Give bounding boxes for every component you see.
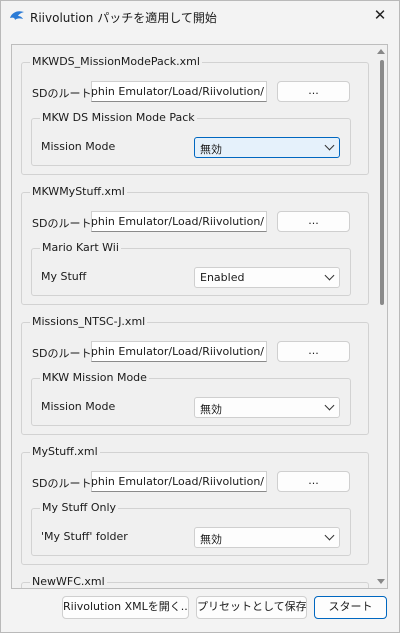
patch-dialog-window: Riivolution パッチを適用して開始 ✕ MKWDS_MissionMo…	[0, 0, 400, 633]
start-button[interactable]: スタート	[314, 596, 387, 619]
option-select[interactable]: 無効	[194, 527, 340, 548]
patch-file-title: Missions_NTSC-J.xml	[30, 315, 148, 328]
sd-root-label: SDのルート:	[32, 477, 96, 490]
scrollbar-thumb[interactable]	[380, 60, 384, 305]
patch-group: Missions_NTSC-J.xml SDのルート: lphin Emulat…	[21, 315, 369, 435]
vertical-scrollbar[interactable]	[375, 45, 387, 588]
option-label: Mission Mode	[41, 140, 116, 153]
browse-button[interactable]: ...	[277, 471, 350, 492]
title-bar: Riivolution パッチを適用して開始 ✕	[1, 1, 399, 31]
patch-group: MKWMyStuff.xml SDのルート: lphin Emulator/Lo…	[21, 185, 369, 305]
patch-group: MyStuff.xml SDのルート: lphin Emulator/Load/…	[21, 445, 369, 565]
option-select[interactable]: Enabled	[194, 267, 340, 288]
window-title: Riivolution パッチを適用して開始	[30, 11, 217, 25]
save-preset-button[interactable]: プリセットとして保存...	[196, 596, 307, 619]
option-value: 無効	[200, 403, 222, 416]
patch-section: MKW DS Mission Mode Pack Mission Mode 無効	[31, 111, 351, 166]
patch-file-title: MyStuff.xml	[30, 445, 100, 458]
option-select[interactable]: 無効	[194, 137, 340, 158]
sd-root-label: SDのルート:	[32, 87, 96, 100]
sd-root-label: SDのルート:	[32, 217, 96, 230]
section-title: My Stuff Only	[40, 501, 119, 514]
browse-button[interactable]: ...	[277, 341, 350, 362]
scroll-up-arrow-icon[interactable]	[377, 49, 385, 54]
patch-file-title: MKWMyStuff.xml	[30, 185, 127, 198]
patch-section: MKW Mission Mode Mission Mode 無効	[31, 371, 351, 426]
section-title: Mario Kart Wii	[40, 241, 121, 254]
option-value: 無効	[200, 143, 222, 156]
sd-root-input[interactable]: lphin Emulator/Load/Riivolution/	[91, 81, 267, 102]
chevron-down-icon	[324, 270, 335, 281]
patch-file-title: MKWDS_MissionModePack.xml	[30, 55, 202, 68]
open-riivolution-xml-button[interactable]: Riivolution XMLを開く...	[62, 596, 189, 619]
patch-group: NewWFC.xml	[21, 575, 369, 588]
section-title: MKW DS Mission Mode Pack	[40, 111, 197, 124]
option-value: 無効	[200, 533, 222, 546]
chevron-down-icon	[324, 400, 335, 411]
option-value: Enabled	[200, 271, 245, 284]
patch-group: MKWDS_MissionModePack.xml SDのルート: lphin …	[21, 55, 369, 175]
browse-button[interactable]: ...	[277, 81, 350, 102]
section-title: MKW Mission Mode	[40, 371, 149, 384]
browse-button[interactable]: ...	[277, 211, 350, 232]
close-button[interactable]: ✕	[365, 3, 395, 29]
patch-section: Mario Kart Wii My Stuff Enabled	[31, 241, 351, 296]
sd-root-label: SDのルート:	[32, 347, 96, 360]
option-label: 'My Stuff' folder	[41, 530, 128, 543]
option-select[interactable]: 無効	[194, 397, 340, 418]
sd-root-input[interactable]: lphin Emulator/Load/Riivolution/	[91, 211, 267, 232]
sd-root-input[interactable]: lphin Emulator/Load/Riivolution/	[91, 471, 267, 492]
option-label: Mission Mode	[41, 400, 116, 413]
patch-section: My Stuff Only 'My Stuff' folder 無効	[31, 501, 351, 556]
patch-file-title: NewWFC.xml	[30, 575, 107, 588]
dolphin-app-icon	[10, 11, 24, 20]
chevron-down-icon	[324, 530, 335, 541]
scroll-down-arrow-icon[interactable]	[377, 579, 385, 584]
option-label: My Stuff	[41, 270, 87, 283]
sd-root-input[interactable]: lphin Emulator/Load/Riivolution/	[91, 341, 267, 362]
patch-list-scroll-area[interactable]: MKWDS_MissionModePack.xml SDのルート: lphin …	[11, 44, 388, 589]
chevron-down-icon	[324, 140, 335, 151]
